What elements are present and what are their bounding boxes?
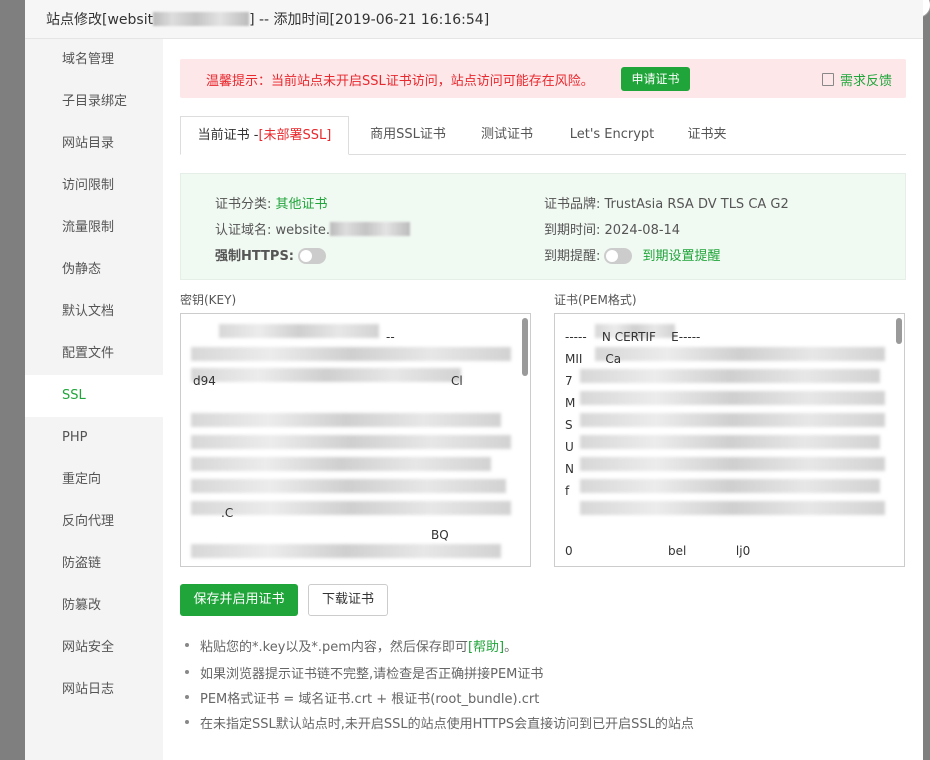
apply-cert-button[interactable]: 申请证书 — [621, 67, 690, 91]
warning-text: 温馨提示：当前站点未开启SSL证书访问，站点访问可能存在风险。 — [206, 74, 594, 89]
sidebar: 域名管理 子目录绑定 网站目录 访问限制 流量限制 伪静态 默认文档 配置文件 … — [25, 39, 163, 760]
force-https-toggle[interactable] — [298, 248, 327, 264]
tab-test-cert[interactable]: 测试证书 — [470, 116, 544, 154]
ssl-warning-banner: 温馨提示：当前站点未开启SSL证书访问，站点访问可能存在风险。 申请证书 需求反… — [180, 59, 906, 98]
edit-icon — [822, 73, 834, 86]
sidebar-item-logs[interactable]: 网站日志 — [25, 669, 163, 711]
list-item: PEM格式证书 = 域名证书.crt + 根证书(root_bundle).cr… — [184, 688, 539, 707]
key-label: 密钥(KEY) — [180, 293, 237, 307]
dialog-titlebar: 站点修改[websit] -- 添加时间[2019-06-21 16:16:54… — [25, 0, 923, 39]
list-item: 如果浏览器提示证书链不完整,请检查是否正确拼接PEM证书 — [184, 663, 543, 682]
sidebar-item-security[interactable]: 网站安全 — [25, 627, 163, 669]
expiry-reminder-toggle[interactable] — [604, 248, 633, 264]
sidebar-item-config[interactable]: 配置文件 — [25, 333, 163, 375]
key-textarea[interactable]: -- Cl d94 .C BQ — [180, 313, 531, 567]
tab-current-cert[interactable]: 当前证书 -[未部署SSL] — [180, 116, 349, 155]
sidebar-item-domain[interactable]: 域名管理 — [25, 39, 163, 81]
sidebar-item-default-doc[interactable]: 默认文档 — [25, 291, 163, 333]
save-enable-cert-button[interactable]: 保存并启用证书 — [180, 584, 298, 616]
list-item: 在未指定SSL默认站点时,未开启SSL的站点使用HTTPS会直接访问到已开启SS… — [185, 713, 694, 732]
dialog-title: 站点修改[websit] -- 添加时间[2019-06-21 16:16:54… — [46, 12, 490, 28]
sidebar-item-ssl[interactable]: SSL — [25, 375, 163, 417]
set-reminder-link[interactable]: 到期设置提醒 — [643, 249, 721, 264]
cert-domain-row: 认证域名: website. — [215, 219, 411, 238]
sidebar-item-access[interactable]: 访问限制 — [25, 165, 163, 207]
cert-category-row: 证书分类: 其他证书 — [215, 197, 328, 212]
ssl-tabs: 当前证书 -[未部署SSL] 商用SSL证书 测试证书 Let's Encryp… — [180, 116, 906, 155]
sidebar-item-proxy[interactable]: 反向代理 — [25, 501, 163, 543]
pem-label: 证书(PEM格式) — [554, 293, 637, 307]
expiry-reminder-row: 到期提醒: 到期设置提醒 — [544, 248, 721, 264]
pem-textarea[interactable]: ----- N CERTIF E----- MII Ca 7 M S U N f… — [554, 313, 905, 567]
tab-lets-encrypt[interactable]: Let's Encrypt — [562, 116, 662, 154]
redacted-domain — [153, 12, 250, 26]
sidebar-item-hotlink[interactable]: 防盗链 — [25, 543, 163, 585]
sidebar-item-traffic[interactable]: 流量限制 — [25, 207, 163, 249]
download-cert-button[interactable]: 下载证书 — [308, 584, 388, 616]
key-scrollbar[interactable] — [522, 318, 528, 376]
sidebar-item-subdir[interactable]: 子目录绑定 — [25, 81, 163, 123]
redacted-domain — [330, 222, 411, 236]
sidebar-item-tamper[interactable]: 防篡改 — [25, 585, 163, 627]
cert-brand-row: 证书品牌: TrustAsia RSA DV TLS CA G2 — [544, 197, 789, 212]
sidebar-item-site-dir[interactable]: 网站目录 — [25, 123, 163, 165]
tab-cert-folder[interactable]: 证书夹 — [678, 116, 736, 154]
feedback-link[interactable]: 需求反馈 — [822, 70, 892, 89]
cert-info-box: 证书分类: 其他证书 证书品牌: TrustAsia RSA DV TLS CA… — [180, 173, 906, 280]
sidebar-item-redirect[interactable]: 重定向 — [25, 459, 163, 501]
tab-commercial-ssl[interactable]: 商用SSL证书 — [358, 116, 458, 154]
site-settings-dialog: 站点修改[websit] -- 添加时间[2019-06-21 16:16:54… — [25, 0, 923, 760]
pem-scrollbar[interactable] — [896, 318, 902, 344]
cert-expiry-row: 到期时间: 2024-08-14 — [544, 223, 681, 238]
sidebar-item-php[interactable]: PHP — [25, 417, 163, 459]
force-https-row: 强制HTTPS: — [215, 245, 327, 264]
sidebar-item-rewrite[interactable]: 伪静态 — [25, 249, 163, 291]
help-link[interactable]: [帮助] — [468, 640, 504, 655]
list-item: 粘贴您的*.key以及*.pem内容，然后保存即可[帮助]。 — [184, 636, 517, 655]
